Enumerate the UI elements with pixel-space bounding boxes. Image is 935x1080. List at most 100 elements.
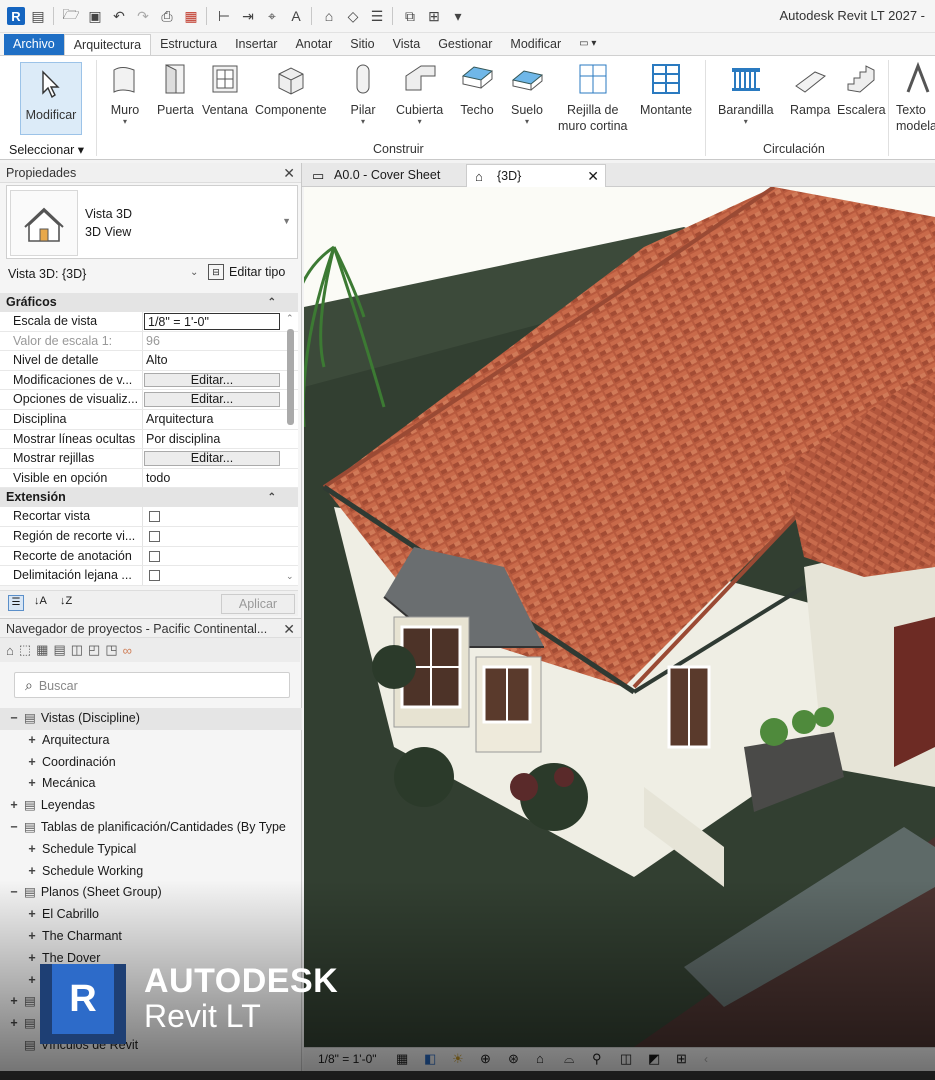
3d-view-icon[interactable]: ⬚: [19, 642, 31, 658]
3d-viewport[interactable]: [304, 187, 935, 1047]
close-icon[interactable]: ✕: [283, 163, 295, 183]
3d-view-icon[interactable]: ⌂: [318, 5, 340, 27]
view-scale-button[interactable]: 1/8" = 1'-0": [318, 1048, 377, 1070]
customize-qat-icon[interactable]: ▾: [447, 5, 469, 27]
group-graphics[interactable]: Gráficos ⌃: [0, 293, 298, 312]
ribbon-options-toggle[interactable]: ▭ ▾: [570, 34, 605, 55]
property-value[interactable]: Por disciplina: [143, 430, 280, 449]
tab-cover-sheet[interactable]: ▭ A0.0 - Cover Sheet: [304, 164, 464, 187]
expand-icon[interactable]: ‹: [704, 1048, 708, 1070]
tab-structure[interactable]: Estructura: [151, 34, 226, 55]
instance-selector[interactable]: Vista 3D: {3D}: [8, 267, 86, 281]
hide-isolate-icon[interactable]: ◫: [620, 1048, 632, 1070]
dimension-icon[interactable]: ⇥: [237, 5, 259, 27]
group-extents[interactable]: Extensión ⌃: [0, 488, 298, 508]
chevron-down-icon[interactable]: ▼: [282, 216, 291, 226]
measure-icon[interactable]: ⊢: [213, 5, 235, 27]
undo-icon[interactable]: ↶: [108, 5, 130, 27]
tree-item[interactable]: + The Charmant: [0, 926, 302, 948]
edit-button[interactable]: Editar...: [144, 372, 280, 388]
apply-button[interactable]: Aplicar: [221, 594, 295, 614]
expand-icon[interactable]: +: [26, 948, 38, 970]
section-icon[interactable]: ◇: [342, 5, 364, 27]
ramp-button[interactable]: Rampa: [790, 62, 830, 118]
lock-3d-icon[interactable]: ⚲: [592, 1048, 602, 1070]
checkbox[interactable]: [149, 570, 160, 582]
sort-descending-icon[interactable]: ↓Z: [60, 595, 72, 607]
thin-lines-icon[interactable]: ☰: [366, 5, 388, 27]
collapse-icon[interactable]: ⌃: [268, 293, 276, 312]
expand-icon[interactable]: +: [26, 904, 38, 926]
expand-icon[interactable]: +: [26, 752, 38, 774]
temp-view-icon[interactable]: ⊞: [676, 1048, 687, 1070]
tab-modify[interactable]: Modificar: [501, 34, 570, 55]
tree-item[interactable]: + Coordinación: [0, 752, 302, 774]
expand-icon[interactable]: +: [8, 991, 20, 1013]
link-icon[interactable]: ∞: [123, 643, 132, 658]
categorized-icon[interactable]: ☰: [8, 595, 24, 611]
open-folder-icon[interactable]: 🗁: [60, 5, 82, 27]
chevron-down-icon[interactable]: ⌄: [190, 267, 198, 278]
tab-3d-view[interactable]: ⌂ {3D} ✕: [466, 164, 606, 187]
shadows-icon[interactable]: ⊕: [480, 1048, 491, 1070]
window-button[interactable]: Ventana: [202, 62, 248, 118]
model-text-button[interactable]: Texto modelado: [896, 62, 935, 134]
save-icon[interactable]: ▣: [84, 5, 106, 27]
checkbox[interactable]: [149, 530, 160, 542]
collapse-icon[interactable]: −: [8, 882, 20, 904]
property-value[interactable]: Arquitectura: [143, 410, 280, 429]
expand-icon[interactable]: +: [26, 926, 38, 948]
tab-insert[interactable]: Insertar: [226, 34, 286, 55]
redo-icon[interactable]: ↷: [132, 5, 154, 27]
show-crop-icon[interactable]: ⌓: [564, 1048, 574, 1070]
view-scale-input[interactable]: 1/8" = 1'-0": [144, 313, 280, 330]
detail-level-icon[interactable]: ▦: [396, 1048, 408, 1070]
sheet-icon[interactable]: ◫: [71, 642, 83, 658]
tree-item[interactable]: + Mecánica: [0, 773, 302, 795]
property-value[interactable]: Alto: [143, 351, 280, 370]
expand-icon[interactable]: +: [26, 839, 38, 861]
collapse-icon[interactable]: −: [8, 708, 20, 730]
tree-item[interactable]: + Schedule Typical: [0, 839, 302, 861]
close-icon[interactable]: ✕: [587, 165, 599, 188]
home-file-icon[interactable]: ▤: [27, 5, 49, 27]
edit-button[interactable]: Editar...: [144, 451, 280, 466]
tree-item[interactable]: + Arquitectura: [0, 730, 302, 752]
close-hidden-windows-icon[interactable]: ⧉: [399, 5, 421, 27]
tab-site[interactable]: Sitio: [341, 34, 383, 55]
door-button[interactable]: Puerta: [157, 62, 194, 118]
sun-path-icon[interactable]: ☀: [452, 1048, 464, 1070]
tree-item[interactable]: − ▤ Planos (Sheet Group): [0, 882, 302, 904]
render-icon[interactable]: ⊛: [508, 1048, 519, 1070]
railing-button[interactable]: Barandilla ▾: [718, 62, 774, 126]
sort-ascending-icon[interactable]: ↓A: [34, 595, 47, 607]
expand-icon[interactable]: +: [26, 773, 38, 795]
expand-icon[interactable]: +: [8, 1013, 20, 1035]
reveal-hidden-icon[interactable]: ◩: [648, 1048, 660, 1070]
edit-type-button[interactable]: ⊟ Editar tipo: [208, 264, 285, 280]
expand-icon[interactable]: +: [26, 730, 38, 752]
property-value[interactable]: todo: [143, 469, 280, 488]
crop-view-icon[interactable]: ⌂: [536, 1048, 544, 1070]
family-icon[interactable]: ◰: [88, 642, 100, 658]
text-icon[interactable]: A: [285, 5, 307, 27]
wall-button[interactable]: Muro ▾: [108, 62, 142, 126]
group-icon[interactable]: ◳: [105, 642, 117, 658]
curtain-grid-button[interactable]: Rejilla de muro cortina: [558, 62, 627, 134]
scroll-up-icon[interactable]: ⌃: [286, 313, 294, 324]
scroll-thumb[interactable]: [287, 329, 294, 425]
roof-button[interactable]: Cubierta ▾: [396, 62, 443, 126]
column-button[interactable]: Pilar ▾: [346, 62, 380, 126]
tab-manage[interactable]: Gestionar: [429, 34, 501, 55]
tab-view[interactable]: Vista: [384, 34, 430, 55]
tag-icon[interactable]: ⌖: [261, 5, 283, 27]
tree-item[interactable]: + ▤ Leyendas: [0, 795, 302, 817]
select-dropdown[interactable]: Seleccionar ▾: [9, 142, 84, 157]
expand-icon[interactable]: +: [8, 795, 20, 817]
close-icon[interactable]: ✕: [283, 619, 295, 639]
checkbox[interactable]: [149, 511, 160, 523]
tree-item[interactable]: + El Cabrillo: [0, 904, 302, 926]
mullion-button[interactable]: Montante: [640, 62, 692, 118]
properties-scrollbar[interactable]: ⌃ ⌄: [284, 313, 296, 585]
floor-button[interactable]: Suelo ▾: [510, 62, 544, 126]
